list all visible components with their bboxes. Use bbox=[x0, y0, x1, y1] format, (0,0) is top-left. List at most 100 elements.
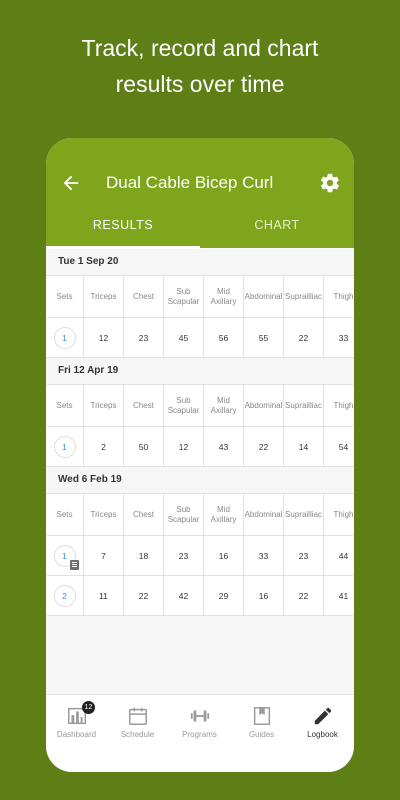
value-cell: 23 bbox=[164, 536, 204, 575]
headline-line-1: Track, record and chart bbox=[81, 35, 319, 61]
value-cell: 23 bbox=[124, 318, 164, 357]
nav-item-schedule[interactable]: Schedule bbox=[107, 705, 168, 755]
value-cell: 16 bbox=[204, 536, 244, 575]
table-header-row: Sets Triceps Chest Sub Scapular Mid Axil… bbox=[46, 384, 354, 426]
header-cell: Abdominal bbox=[244, 494, 284, 535]
notification-badge: 12 bbox=[82, 701, 95, 714]
nav-label: Programs bbox=[182, 730, 217, 739]
header-cell: Triceps bbox=[84, 276, 124, 317]
value-cell: 56 bbox=[204, 318, 244, 357]
value-cell: 50 bbox=[124, 427, 164, 466]
value-cell: 45 bbox=[164, 318, 204, 357]
value-cell: 18 bbox=[124, 536, 164, 575]
value-cell: 41 bbox=[324, 576, 354, 615]
header-cell: Thigh bbox=[324, 494, 354, 535]
header-cell: Chest bbox=[124, 276, 164, 317]
value-cell: 43 bbox=[204, 427, 244, 466]
set-cell: 1 bbox=[46, 536, 84, 575]
tab-chart[interactable]: CHART bbox=[200, 218, 354, 248]
nav-item-guides[interactable]: Guides bbox=[231, 705, 292, 755]
header-cell: Sets bbox=[46, 276, 84, 317]
header-cell: Mid Axillary bbox=[204, 494, 244, 535]
value-cell: 22 bbox=[244, 427, 284, 466]
header-cell: Chest bbox=[124, 494, 164, 535]
table-row[interactable]: 2 11 22 42 29 16 22 41 bbox=[46, 575, 354, 615]
session-block: Wed 6 Feb 19 Sets Triceps Chest Sub Scap… bbox=[46, 466, 354, 616]
note-icon bbox=[69, 559, 79, 570]
table-header-row: Sets Triceps Chest Sub Scapular Mid Axil… bbox=[46, 275, 354, 317]
header-cell: Mid Axillary bbox=[204, 385, 244, 426]
set-number-badge[interactable]: 2 bbox=[53, 584, 76, 607]
session-date: Tue 1 Sep 20 bbox=[46, 249, 354, 275]
nav-label: Dashboard bbox=[56, 730, 97, 739]
header-cell: Sets bbox=[46, 385, 84, 426]
value-cell: 14 bbox=[284, 427, 324, 466]
header-cell: Sub Scapular bbox=[164, 276, 204, 317]
app-bar: Dual Cable Bicep Curl RESULTS CHART bbox=[46, 138, 354, 249]
value-cell: 55 bbox=[244, 318, 284, 357]
value-cell: 44 bbox=[324, 536, 354, 575]
phone-frame: Dual Cable Bicep Curl RESULTS CHART Tue … bbox=[46, 138, 354, 772]
tab-results[interactable]: RESULTS bbox=[46, 218, 200, 248]
headline: Track, record and chart results over tim… bbox=[0, 30, 400, 102]
value-cell: 7 bbox=[84, 536, 124, 575]
value-cell: 29 bbox=[204, 576, 244, 615]
table-bottom-border bbox=[46, 615, 354, 616]
back-arrow-icon[interactable] bbox=[60, 172, 82, 194]
table-header-row: Sets Triceps Chest Sub Scapular Mid Axil… bbox=[46, 493, 354, 535]
session-block: Fri 12 Apr 19 Sets Triceps Chest Sub Sca… bbox=[46, 357, 354, 466]
table-row[interactable]: 1 2 50 12 43 22 14 54 bbox=[46, 426, 354, 466]
value-cell: 11 bbox=[84, 576, 124, 615]
session-date: Fri 12 Apr 19 bbox=[46, 358, 354, 384]
results-list[interactable]: Tue 1 Sep 20 Sets Triceps Chest Sub Scap… bbox=[46, 249, 354, 694]
nav-label: Logbook bbox=[307, 730, 338, 739]
set-number-badge[interactable]: 1 bbox=[53, 544, 79, 570]
page-title: Dual Cable Bicep Curl bbox=[106, 173, 274, 192]
value-cell: 54 bbox=[324, 427, 354, 466]
session-date: Wed 6 Feb 19 bbox=[46, 467, 354, 493]
set-number-badge[interactable]: 1 bbox=[53, 326, 76, 349]
value-cell: 33 bbox=[324, 318, 354, 357]
value-cell: 16 bbox=[244, 576, 284, 615]
value-cell: 23 bbox=[284, 536, 324, 575]
set-number-badge[interactable]: 1 bbox=[53, 435, 76, 458]
set-cell: 1 bbox=[46, 427, 84, 466]
header-cell: Thigh bbox=[324, 276, 354, 317]
nav-label: Schedule bbox=[120, 730, 155, 739]
header-cell: Mid Axillary bbox=[204, 276, 244, 317]
headline-line-2: results over time bbox=[115, 71, 285, 97]
header-cell: Suprailliac bbox=[284, 494, 324, 535]
value-cell: 22 bbox=[284, 576, 324, 615]
nav-item-programs[interactable]: Programs bbox=[169, 705, 230, 755]
value-cell: 42 bbox=[164, 576, 204, 615]
header-cell: Abdominal bbox=[244, 276, 284, 317]
value-cell: 22 bbox=[284, 318, 324, 357]
value-cell: 2 bbox=[84, 427, 124, 466]
gear-icon[interactable] bbox=[319, 172, 341, 194]
header-cell: Chest bbox=[124, 385, 164, 426]
header-cell: Triceps bbox=[84, 494, 124, 535]
header-cell: Abdominal bbox=[244, 385, 284, 426]
header-cell: Sub Scapular bbox=[164, 494, 204, 535]
nav-item-logbook[interactable]: Logbook bbox=[292, 705, 353, 755]
table-row[interactable]: 1 7 18 23 16 33 23 44 bbox=[46, 535, 354, 575]
pencil-icon bbox=[314, 707, 331, 725]
dumbbell-icon bbox=[190, 710, 209, 722]
session-block: Tue 1 Sep 20 Sets Triceps Chest Sub Scap… bbox=[46, 249, 354, 357]
table-row[interactable]: 1 12 23 45 56 55 22 33 bbox=[46, 317, 354, 357]
set-number-label: 1 bbox=[62, 550, 67, 561]
header-cell: Suprailliac bbox=[284, 276, 324, 317]
set-cell: 2 bbox=[46, 576, 84, 615]
header-cell: Sets bbox=[46, 494, 84, 535]
value-cell: 22 bbox=[124, 576, 164, 615]
bottom-navigation: 12 Dashboard Schedule Programs Guides Lo… bbox=[46, 694, 354, 772]
nav-item-dashboard[interactable]: 12 Dashboard bbox=[46, 701, 107, 755]
header-cell: Thigh bbox=[324, 385, 354, 426]
header-cell: Suprailliac bbox=[284, 385, 324, 426]
header-cell: Sub Scapular bbox=[164, 385, 204, 426]
calendar-icon bbox=[128, 707, 147, 725]
value-cell: 12 bbox=[84, 318, 124, 357]
bookmark-icon bbox=[253, 707, 270, 725]
value-cell: 33 bbox=[244, 536, 284, 575]
nav-label: Guides bbox=[248, 730, 275, 739]
